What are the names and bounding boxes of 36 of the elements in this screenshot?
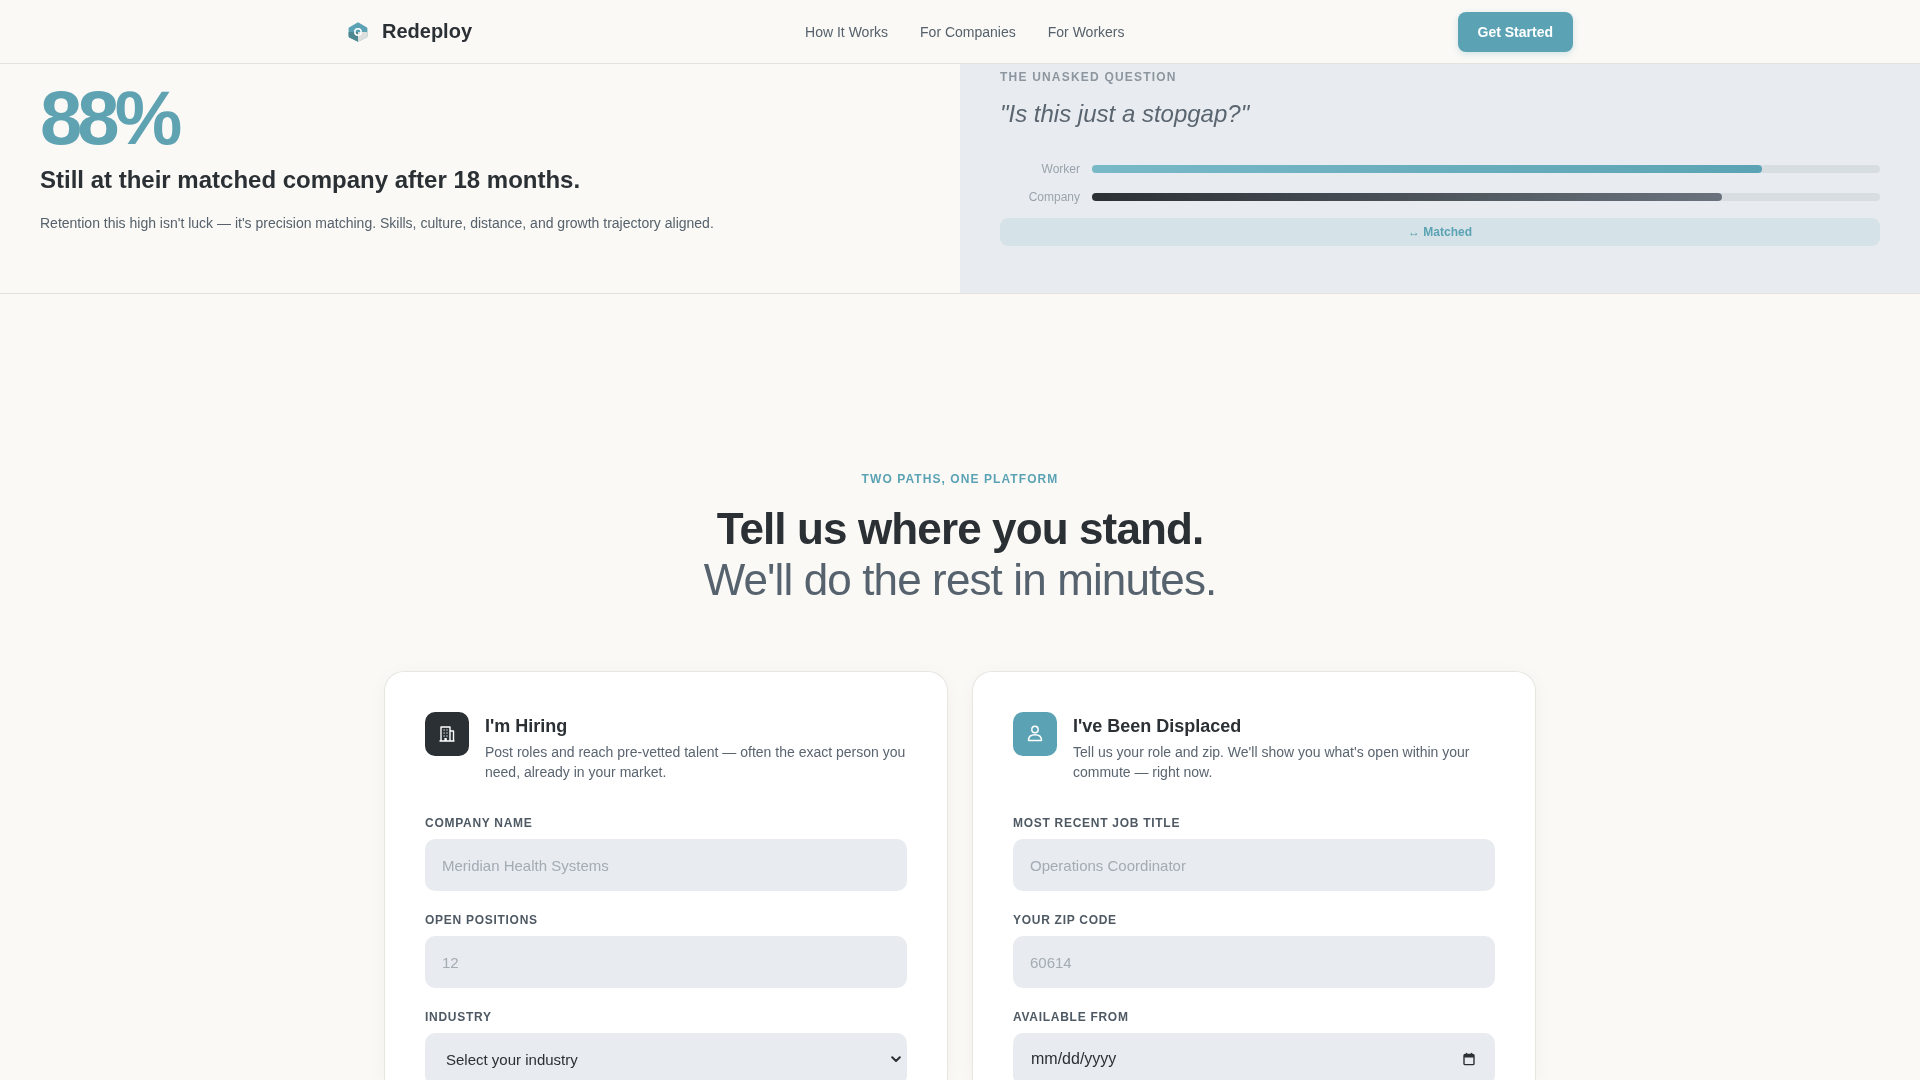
- text-field[interactable]: Operations Coordinator: [1013, 839, 1495, 892]
- field-label: YOUR ZIP CODE: [1013, 912, 1118, 929]
- field-label: OPEN POSITIONS: [425, 912, 539, 929]
- match-result: ↔ Matched: [1000, 218, 1880, 246]
- question-quote: "Is this just a stopgap?": [1000, 99, 1251, 129]
- stat-value: 88%: [40, 80, 179, 156]
- bar-label: Worker: [1040, 162, 1080, 176]
- section-eyebrow: TWO PATHS, ONE PLATFORM: [861, 471, 1059, 487]
- chevron-down-icon: [891, 1055, 901, 1063]
- building-icon: [425, 712, 469, 756]
- field-label: INDUSTRY: [425, 1009, 493, 1026]
- panel-eyebrow: THE UNASKED QUESTION: [1000, 69, 1178, 86]
- stat-headline: Still at their matched company after 18 months.: [40, 166, 582, 195]
- card-description: Tell us your role and zip. We'll show you what's open within your commute — right now.: [1073, 743, 1471, 782]
- field-label: COMPANY NAME: [425, 815, 534, 832]
- text-field[interactable]: 60614: [1013, 936, 1495, 989]
- stat-description: Retention this high isn't luck — it's precision matching. Skills, culture, distance, and growth trajectory aligned.: [40, 213, 715, 233]
- card-title: I'm Hiring: [485, 715, 569, 738]
- bar-label: Company: [1027, 190, 1080, 204]
- date-field[interactable]: mm/dd/yyyy: [1013, 1033, 1495, 1080]
- select-field[interactable]: Select your industry: [425, 1033, 907, 1080]
- text-field[interactable]: 12: [425, 936, 907, 989]
- brand-name[interactable]: Redeploy: [382, 20, 473, 43]
- logo-icon[interactable]: [347, 20, 369, 43]
- card-title: I've Been Displaced: [1073, 715, 1243, 738]
- section-subtitle: We'll do the rest in minutes.: [703, 554, 1217, 605]
- nav-link[interactable]: For Companies: [920, 23, 1016, 40]
- section-title: Tell us where you stand.: [716, 503, 1204, 554]
- card-description: Post roles and reach pre-vetted talent — often the exact person you need, already in your market.: [485, 743, 907, 782]
- calendar-icon[interactable]: [1463, 1052, 1475, 1066]
- field-label: AVAILABLE FROM: [1013, 1009, 1130, 1026]
- field-label: MOST RECENT JOB TITLE: [1013, 815, 1182, 832]
- text-field[interactable]: Meridian Health Systems: [425, 839, 907, 892]
- person-icon: [1013, 712, 1057, 756]
- nav-link[interactable]: For Workers: [1047, 23, 1125, 40]
- nav-link[interactable]: How It Works: [805, 23, 889, 40]
